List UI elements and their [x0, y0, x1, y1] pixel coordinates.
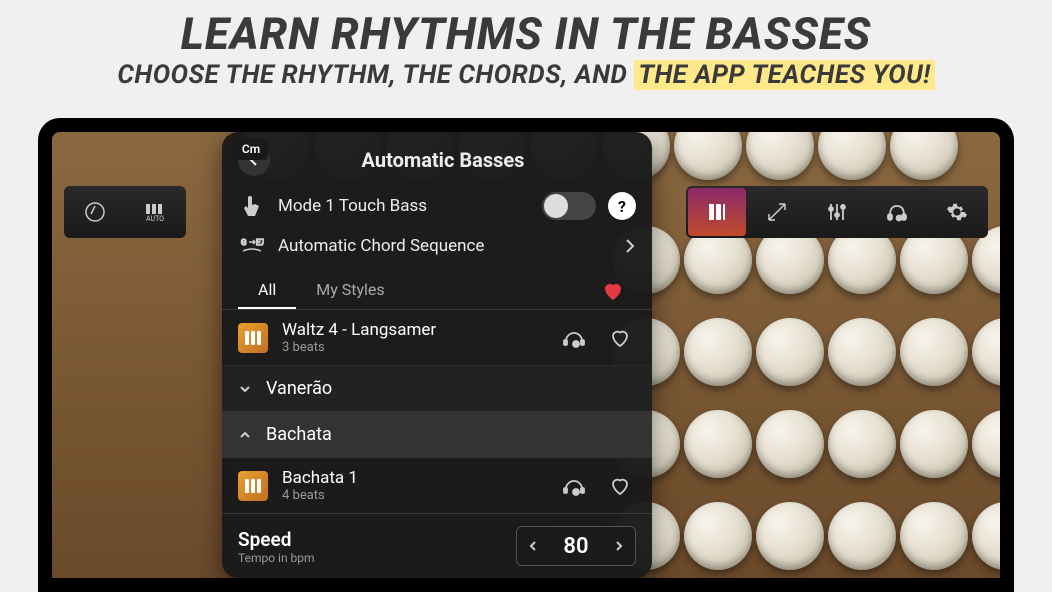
panel-title: Automatic Basses [282, 148, 604, 172]
style-beats: 3 beats [282, 340, 544, 355]
tuning-button[interactable] [66, 188, 124, 236]
style-beats: 4 beats [282, 488, 544, 503]
auto-chord-label: Automatic Chord Sequence [278, 236, 612, 256]
svg-text:G: G [241, 238, 246, 247]
favorite-button[interactable] [604, 322, 636, 354]
help-button[interactable]: ? [608, 192, 636, 220]
chord-badge: Cm [234, 138, 268, 160]
group-name: Bachata [266, 424, 332, 445]
style-name: Bachata 1 [282, 468, 544, 488]
speed-label: Speed [238, 528, 504, 551]
mixer-button[interactable] [808, 188, 866, 236]
tab-all[interactable]: All [238, 272, 296, 309]
accordion-icon [238, 323, 268, 353]
group-bachata[interactable]: Bachata [222, 412, 652, 458]
style-button[interactable] [688, 188, 746, 236]
favorite-button[interactable] [604, 470, 636, 502]
chevron-right-icon [624, 237, 636, 255]
speed-value: 80 [549, 534, 603, 559]
mode-touch-toggle[interactable] [542, 192, 596, 220]
preview-button[interactable] [558, 322, 590, 354]
speed-stepper: 80 [516, 526, 636, 566]
style-item-waltz[interactable]: Waltz 4 - Langsamer 3 beats [222, 310, 652, 366]
automatic-basses-panel: Automatic Basses Mode 1 Touch Bass ? G E7… [222, 132, 652, 578]
group-name: Vanerão [266, 378, 332, 399]
tab-my-styles[interactable]: My Styles [296, 272, 404, 309]
promo-subtitle: CHOOSE THE RHYTHM, THE CHORDS, AND THE A… [0, 60, 1052, 90]
style-tabs: All My Styles [222, 264, 652, 310]
speed-row: Speed Tempo in bpm 80 [222, 513, 652, 578]
auto-button[interactable]: AUTO [126, 188, 184, 236]
speed-decrease-button[interactable] [517, 527, 549, 565]
speed-increase-button[interactable] [603, 527, 635, 565]
chevron-down-icon [238, 382, 254, 396]
group-vanerao[interactable]: Vanerão [222, 366, 652, 412]
accordion-icon [238, 471, 268, 501]
promo-title: LEARN RHYTHMS IN THE BASSES [0, 8, 1052, 60]
style-list: Waltz 4 - Langsamer 3 beats Vanerão [222, 310, 652, 513]
svg-text:E7: E7 [256, 238, 264, 247]
mode-touch-label: Mode 1 Touch Bass [278, 196, 530, 216]
style-name: Waltz 4 - Langsamer [282, 320, 544, 340]
device-screen: AUTO Cm [52, 132, 1000, 578]
headphones-button[interactable] [868, 188, 926, 236]
auto-chord-row[interactable]: G E7 Automatic Chord Sequence [222, 228, 652, 264]
size-button[interactable] [748, 188, 806, 236]
settings-button[interactable] [928, 188, 986, 236]
promo-header: LEARN RHYTHMS IN THE BASSES CHOOSE THE R… [0, 0, 1052, 94]
svg-text:AUTO: AUTO [146, 215, 164, 222]
style-item-bachata[interactable]: Bachata 1 4 beats [222, 458, 652, 513]
tab-favorites[interactable] [590, 277, 636, 305]
promo-highlight: THE APP TEACHES YOU! [634, 60, 934, 90]
chord-sequence-icon: G E7 [238, 237, 266, 255]
preview-button[interactable] [558, 470, 590, 502]
chevron-up-icon [238, 428, 254, 442]
speed-sublabel: Tempo in bpm [238, 551, 504, 565]
touch-icon [238, 194, 266, 218]
mode-touch-row: Mode 1 Touch Bass ? [222, 184, 652, 228]
device-frame: AUTO Cm [38, 118, 1014, 592]
